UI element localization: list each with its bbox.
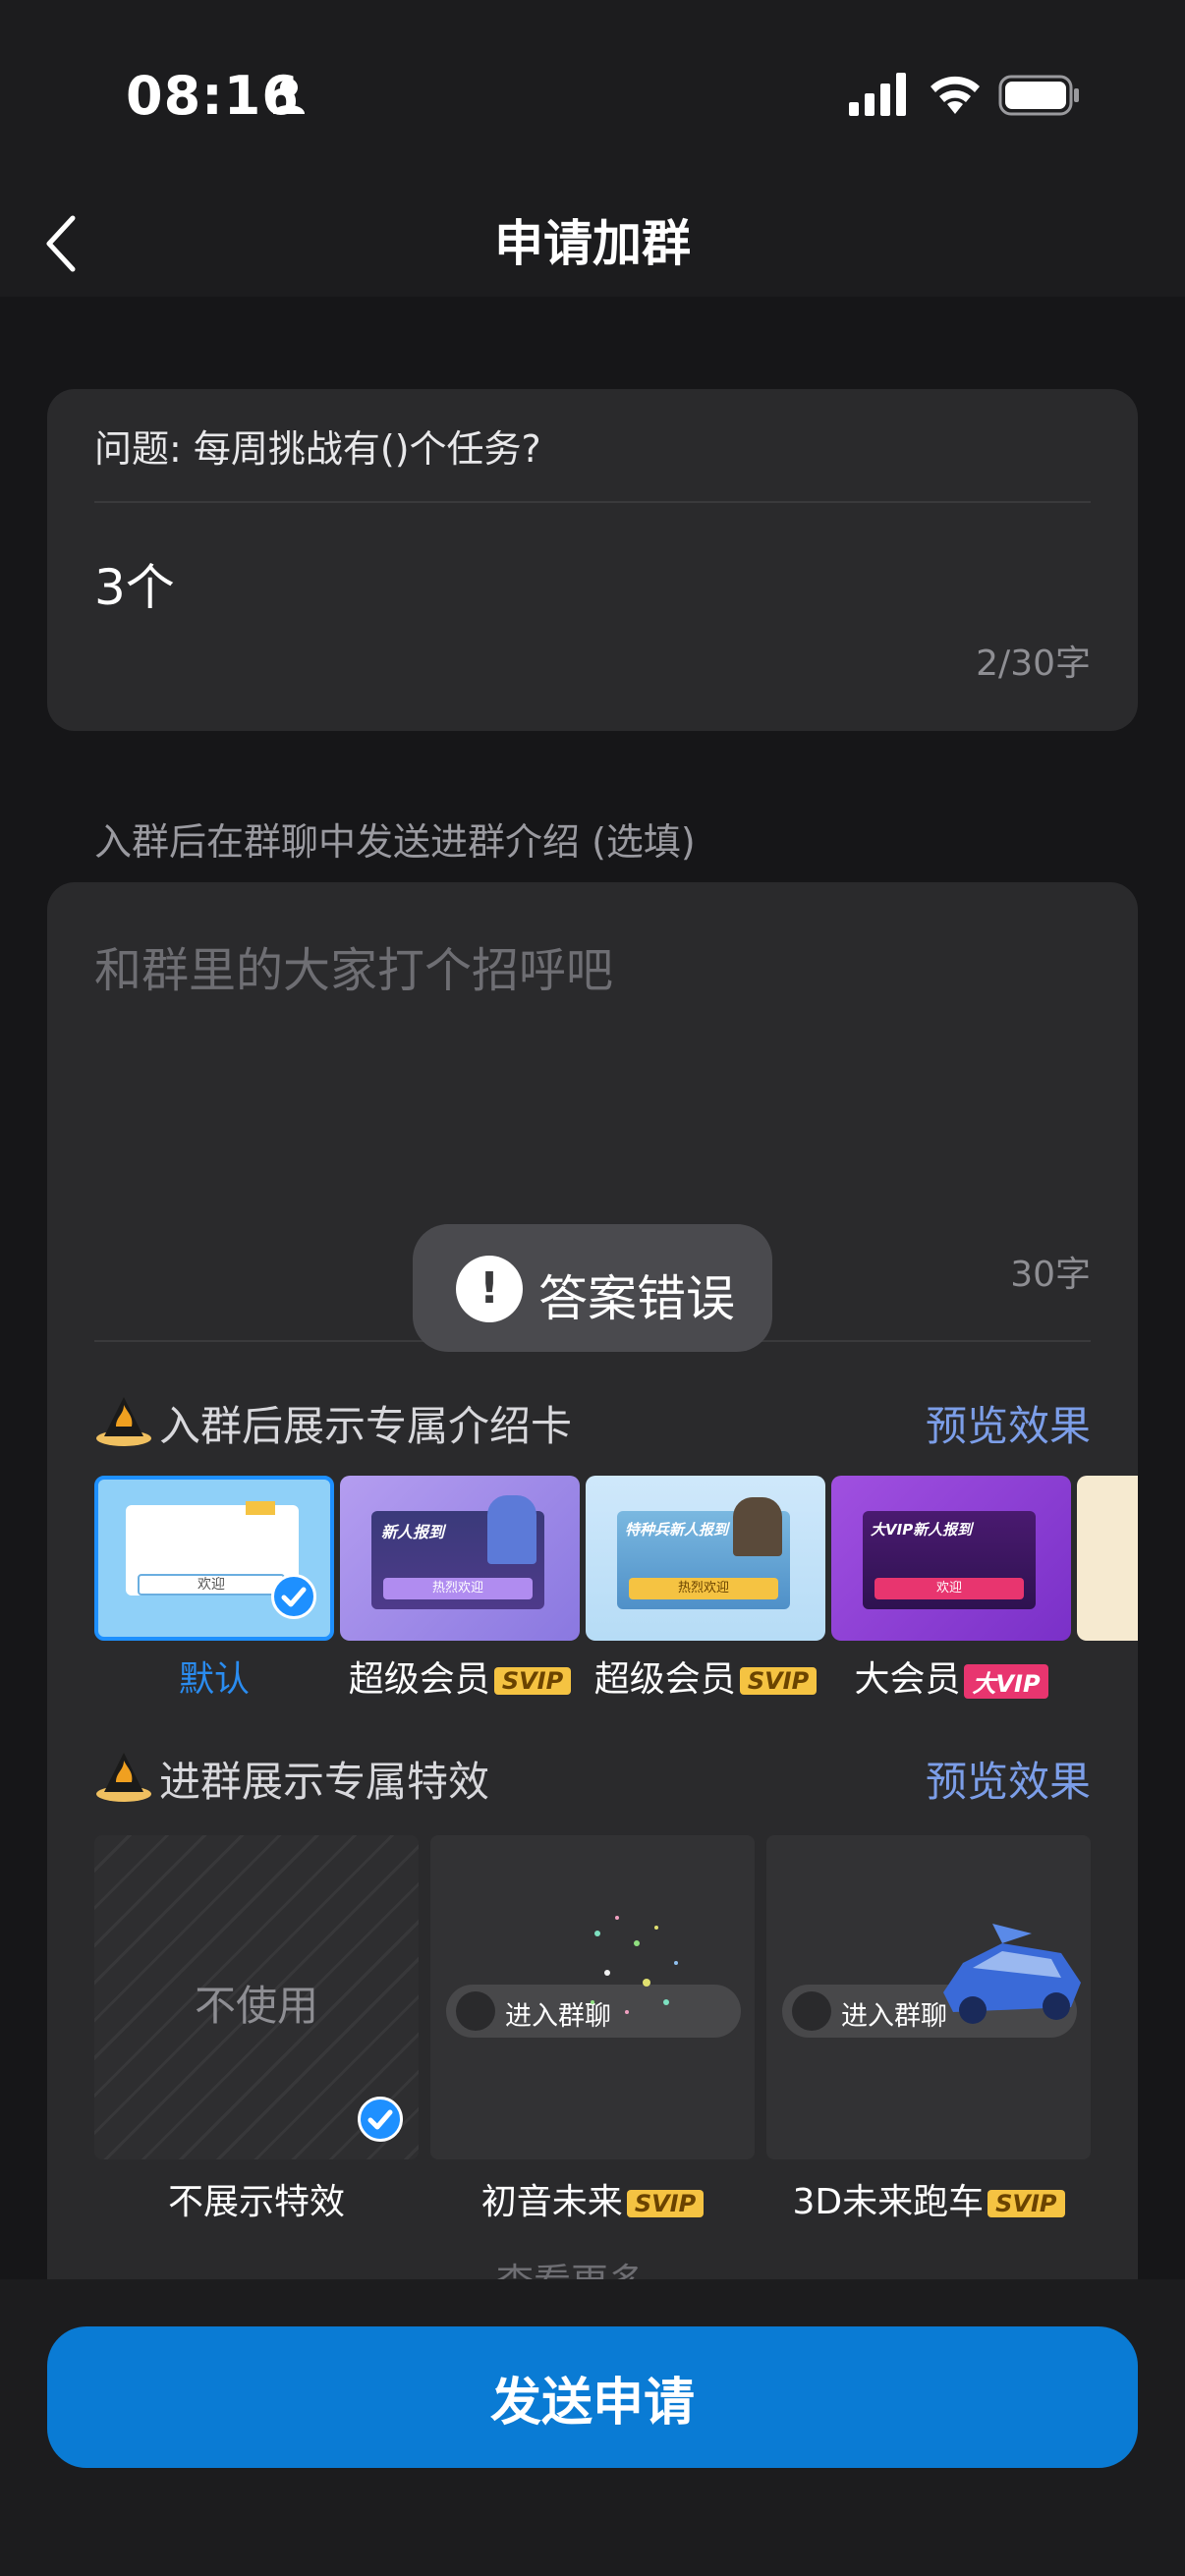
answer-input[interactable]: 3个	[94, 548, 175, 619]
intro-input[interactable]: 和群里的大家打个招呼吧	[94, 931, 613, 1000]
effect-3d-car[interactable]: 进入群聊 3D未来跑车 SVIP	[766, 1835, 1091, 2224]
intro-card-svip-2[interactable]: 特种兵新人报到 热烈欢迎 超级会员 SVIP	[586, 1476, 825, 1702]
answer-char-counter: 2/30字	[976, 644, 1091, 684]
enter-chat-text: 进入群聊	[841, 2001, 947, 2032]
effects-row: 不使用 不展示特效 进入群聊 初音未来 SVIP 进入群聊 3D未来跑车 SVI…	[94, 1835, 1138, 2228]
intro-char-counter: 30字	[1010, 1255, 1091, 1295]
avatar	[792, 1991, 831, 2031]
error-toast: ! 答案错误	[413, 1224, 772, 1352]
intro-label: 入群后在群聊中发送进群介绍 (选填)	[94, 820, 696, 864]
nav-bar: 申请加群	[0, 187, 1185, 297]
effect-miku[interactable]: 进入群聊 初音未来 SVIP	[430, 1835, 755, 2224]
question-text: 问题: 每周挑战有()个任务?	[94, 427, 541, 471]
effect-thumbnail: 进入群聊	[766, 1835, 1091, 2159]
svip-badge: SVIP	[988, 2190, 1065, 2217]
card-thumb-title: 新人报到	[381, 1523, 445, 1541]
view-more-link[interactable]: 查看更多 ⌄	[47, 2252, 1138, 2279]
effect-label: 3D未来跑车 SVIP	[766, 2173, 1091, 2224]
ribbon-icon	[246, 1501, 275, 1515]
card-thumbnail	[1077, 1476, 1138, 1641]
sports-car-icon	[943, 1924, 1081, 2024]
page-title: 申请加群	[494, 215, 691, 272]
effects-title: 进群展示专属特效	[159, 1758, 490, 1806]
intro-card-svip-1[interactable]: 新人报到 热烈欢迎 超级会员 SVIP	[340, 1476, 580, 1702]
signal-icon	[849, 73, 906, 116]
welcome-chip: 欢迎	[138, 1574, 285, 1596]
card-thumb-title: 特种兵新人报到	[625, 1521, 729, 1539]
exclamation-icon: !	[456, 1256, 523, 1322]
wifi-icon	[931, 76, 980, 114]
intro-cards-header: 入群后展示专属介绍卡 预览效果	[94, 1385, 1091, 1450]
send-request-button[interactable]: 发送申请	[47, 2326, 1138, 2468]
effect-thumbnail: 不使用	[94, 1835, 419, 2159]
effect-label: 初音未来 SVIP	[430, 2173, 755, 2224]
intro-card-vip[interactable]: 大VIP新人报到 欢迎 大会员 大VIP	[831, 1476, 1071, 1702]
card-label: 默认	[178, 1659, 250, 1700]
person-icon	[273, 79, 305, 114]
battery-icon	[998, 75, 1079, 116]
card-thumbnail: 特种兵新人报到 热烈欢迎	[586, 1476, 825, 1641]
card-label: 大会员 大VIP	[831, 1651, 1071, 1702]
status-bar: 08:16	[0, 0, 1185, 187]
check-icon	[358, 2097, 403, 2142]
intro-cards-preview-link[interactable]: 预览效果	[926, 1393, 1091, 1453]
effect-none[interactable]: 不使用 不展示特效	[94, 1835, 419, 2224]
card-label: 超级会员 SVIP	[586, 1651, 825, 1702]
svip-badge: SVIP	[493, 1667, 572, 1695]
effects-preview-link[interactable]: 预览效果	[926, 1749, 1091, 1809]
chevron-down-icon: ⌄	[657, 2261, 689, 2279]
card-thumb-title: 大VIP新人报到	[871, 1521, 973, 1539]
crown-flame-icon	[96, 1397, 151, 1446]
card-thumbnail: 欢迎	[94, 1476, 334, 1641]
bottom-bar: 发送申请	[0, 2279, 1185, 2576]
card-thumb-button: 热烈欢迎	[629, 1578, 778, 1599]
character-figure	[487, 1495, 536, 1564]
no-effect-text: 不使用	[194, 1982, 318, 2030]
check-icon	[271, 1574, 316, 1619]
intro-card: 和群里的大家打个招呼吧 30字 入群后展示专属介绍卡 预览效果 欢迎 默认 新人…	[47, 882, 1138, 2279]
crown-flame-icon	[96, 1753, 151, 1802]
effect-label: 不展示特效	[167, 2182, 345, 2222]
vip-badge: 大VIP	[964, 1663, 1048, 1699]
intro-card-partial[interactable]	[1077, 1476, 1138, 1641]
effect-thumbnail: 进入群聊	[430, 1835, 755, 2159]
svip-badge: SVIP	[626, 2190, 705, 2217]
question-card: 问题: 每周挑战有()个任务? 3个 2/30字	[47, 389, 1138, 731]
card-thumbnail: 新人报到 热烈欢迎	[340, 1476, 580, 1641]
divider	[94, 501, 1091, 503]
intro-card-default[interactable]: 欢迎 默认	[94, 1476, 334, 1702]
avatar	[456, 1991, 495, 2031]
character-figure	[733, 1497, 782, 1556]
toast-text: 答案错误	[538, 1270, 735, 1327]
effects-header: 进群展示专属特效 预览效果	[94, 1741, 1091, 1806]
card-label: 超级会员 SVIP	[340, 1651, 580, 1702]
card-thumb-button: 欢迎	[875, 1578, 1024, 1599]
intro-cards-row: 欢迎 默认 新人报到 热烈欢迎 超级会员 SVIP 特种兵新人报到 热烈欢迎 超…	[94, 1476, 1138, 1711]
svip-badge: SVIP	[739, 1667, 818, 1695]
card-thumbnail: 大VIP新人报到 欢迎	[831, 1476, 1071, 1641]
card-thumb-button: 热烈欢迎	[383, 1578, 533, 1599]
sparkles-icon	[591, 1916, 678, 2014]
intro-cards-title: 入群后展示专属介绍卡	[159, 1402, 573, 1450]
